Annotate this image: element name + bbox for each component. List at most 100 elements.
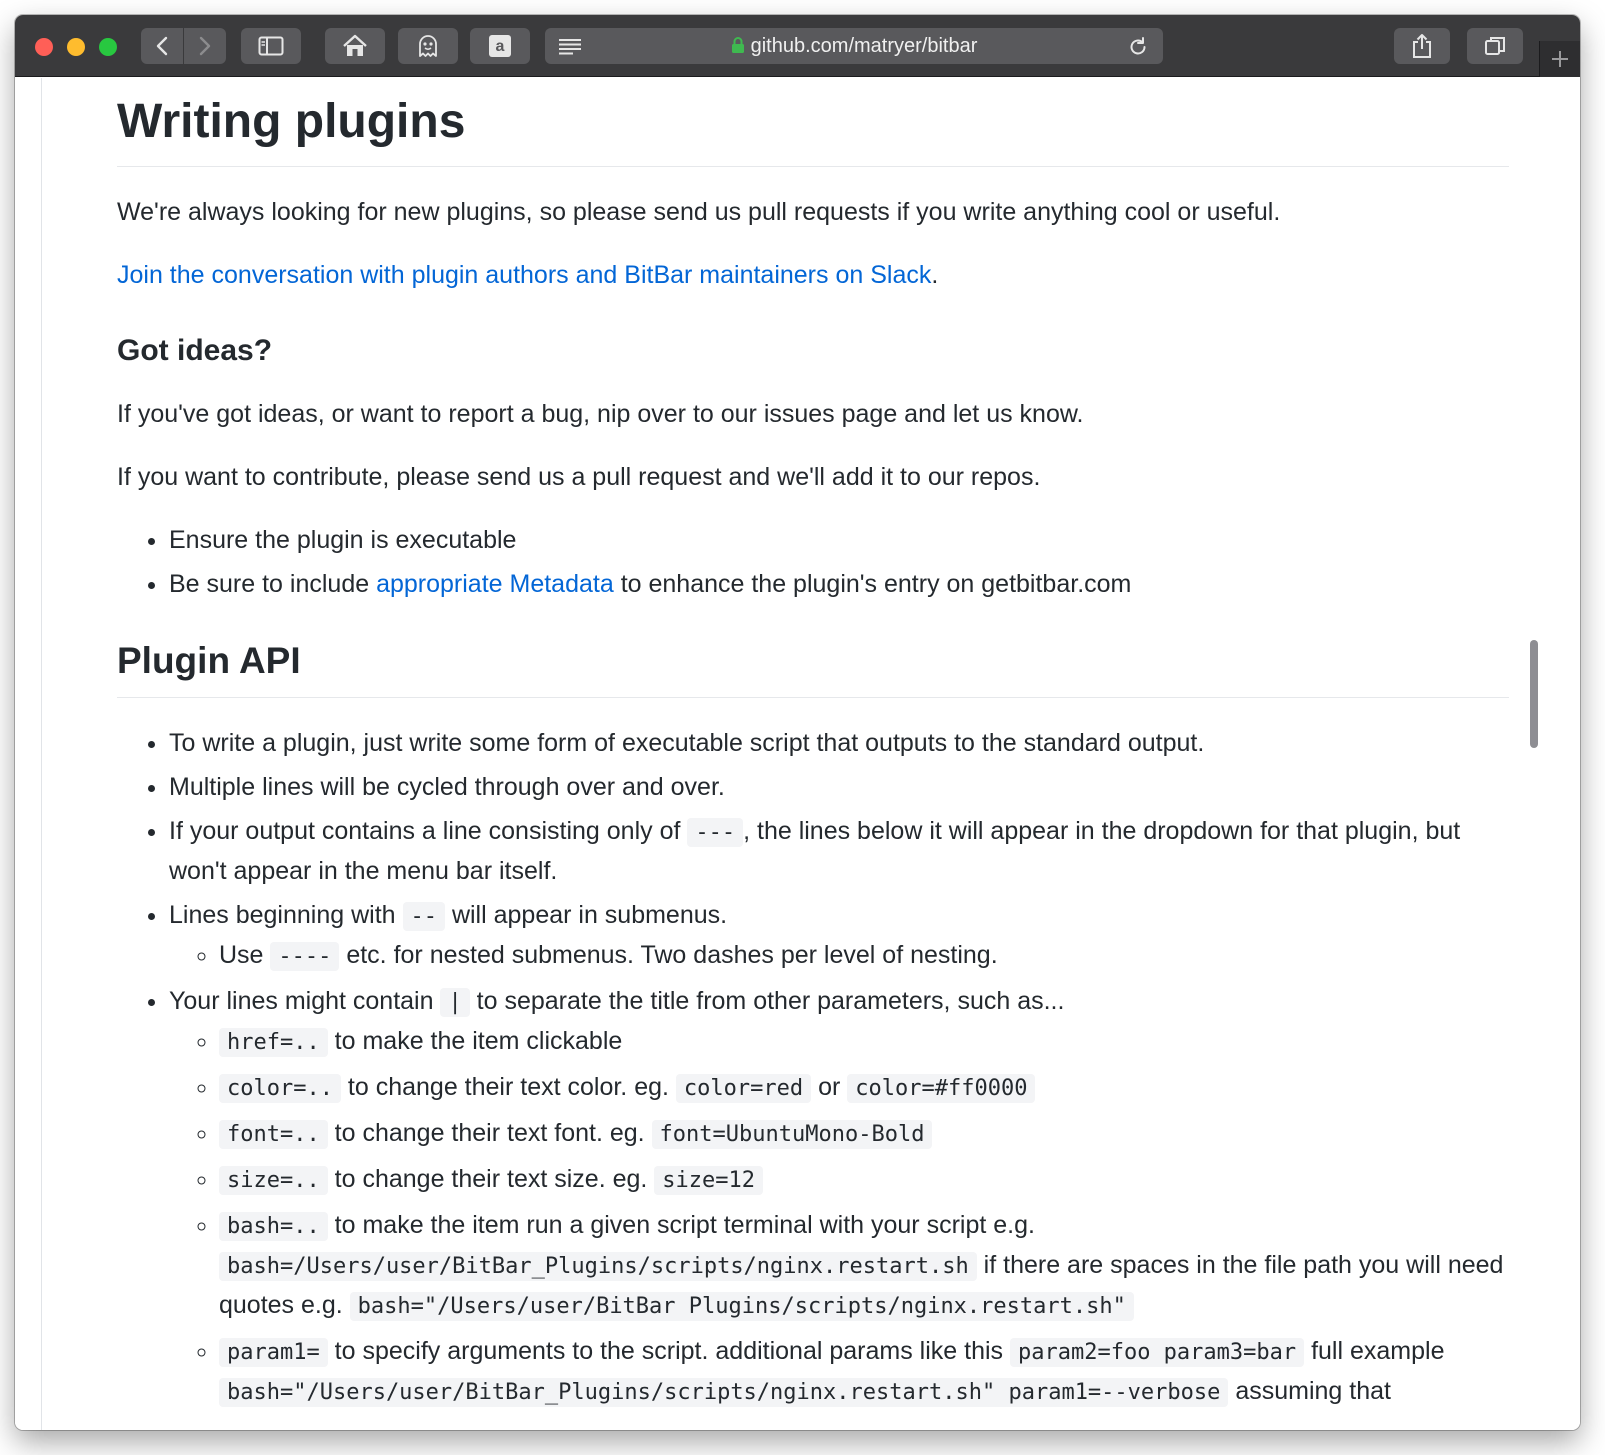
list-item: font=.. to change their text font. eg. f… [219,1114,1509,1154]
list-item: Your lines might contain | to separate t… [169,982,1509,1412]
list-item: Lines beginning with -- will appear in s… [169,896,1509,976]
inline-code: | [440,988,470,1017]
bullet-text: Be sure to include [169,570,377,598]
amazon-extension-button[interactable]: a [470,28,530,64]
got-ideas-paragraph-1: If you've got ideas, or want to report a… [117,400,1084,428]
inline-code: bash=.. [219,1212,328,1241]
share-icon [1413,34,1431,58]
api-bullet-text: Multiple lines will be cycled through ov… [169,773,725,801]
list-item: bash=.. to make the item run a given scr… [219,1206,1509,1326]
submenu-list: Use ---- etc. for nested submenus. Two d… [169,936,1509,976]
list-item: size=.. to change their text size. eg. s… [219,1160,1509,1200]
chevron-right-icon [199,36,211,56]
browser-toolbar: a github.com/matryer/bitbar [15,15,1580,77]
chevron-left-icon [156,36,168,56]
forward-button[interactable] [184,28,226,64]
api-bullet-text: Your lines might contain [169,987,441,1015]
api-bullet-text: will appear in submenus. [445,901,728,929]
vertical-scrollbar[interactable] [1530,640,1538,748]
param-text: to change their text color. eg. [340,1073,676,1101]
param-text: full example [1304,1337,1445,1365]
minimize-window-button[interactable] [67,38,85,56]
amazon-icon: a [489,35,511,57]
list-item: Ensure the plugin is executable [169,521,1509,559]
api-bullet-text: Use [219,941,271,969]
list-item: Be sure to include appropriate Metadata … [169,565,1509,603]
param-text: to make the item run a given script term… [327,1211,1035,1239]
list-item: param1= to specify arguments to the scri… [219,1332,1509,1412]
tabs-overview-icon [1485,37,1505,55]
readme-article: Writing plugins We're always looking for… [117,78,1509,1412]
page-content: Writing plugins We're always looking for… [15,78,1580,1430]
inline-code: param2=foo param3=bar [1009,1338,1305,1367]
ghost-extension-button[interactable] [398,28,458,64]
parameters-list: href=.. to make the item clickable color… [169,1022,1509,1412]
ghost-icon [419,35,437,57]
reload-icon[interactable] [1127,36,1149,58]
api-bullet-text: Lines beginning with [169,901,403,929]
plus-icon [1552,51,1568,67]
writing-plugins-heading: Writing plugins [117,78,1509,167]
got-ideas-paragraph-2: If you want to contribute, please send u… [117,463,1041,491]
param-text: to change their text font. eg. [327,1119,652,1147]
list-item: color=.. to change their text color. eg.… [219,1068,1509,1108]
inline-code: font=.. [219,1120,328,1149]
param-text: or [811,1073,848,1101]
contribute-list: Ensure the plugin is executable Be sure … [117,521,1509,603]
inline-code: size=12 [654,1166,764,1195]
inline-code: ---- [270,942,340,971]
api-bullet-text: to separate the title from other paramet… [469,987,1065,1015]
inline-code: size=.. [219,1166,328,1195]
slack-paragraph: Join the conversation with plugin author… [117,256,1509,294]
param-text: to make the item clickable [327,1027,623,1055]
inline-code: color=.. [219,1074,341,1103]
list-item: Use ---- etc. for nested submenus. Two d… [219,936,1509,976]
got-ideas-heading: Got ideas? [117,334,273,367]
back-button[interactable] [141,28,183,64]
param-text: to specify arguments to the script. addi… [327,1337,1010,1365]
api-bullet-text: To write a plugin, just write some form … [169,729,1205,757]
bullet-executable-text: Ensure the plugin is executable [169,526,517,554]
list-item: Multiple lines will be cycled through ov… [169,768,1509,806]
content-left-border [41,78,42,1430]
show-tabs-button[interactable] [1467,28,1523,64]
inline-code: href=.. [219,1028,328,1057]
slack-suffix: . [931,261,939,289]
bullet-text: to enhance the plugin's entry on getbitb… [613,570,1132,598]
inline-code: color=red [675,1074,812,1103]
param-text: assuming that [1228,1377,1391,1405]
list-item: href=.. to make the item clickable [219,1022,1509,1062]
address-bar[interactable]: github.com/matryer/bitbar [545,28,1163,64]
inline-code: color=#ff0000 [847,1074,1036,1103]
inline-code: bash=/Users/user/BitBar_Plugins/scripts/… [219,1252,977,1281]
inline-code: param1= [219,1338,328,1367]
lock-icon [731,37,744,53]
plugin-api-list: To write a plugin, just write some form … [117,724,1509,1412]
browser-window: a github.com/matryer/bitbar Writing plug… [15,15,1580,1430]
param-text: to change their text size. eg. [327,1165,655,1193]
list-item: If your output contains a line consistin… [169,812,1509,890]
slack-link[interactable]: Join the conversation with plugin author… [117,261,931,289]
inline-code: --- [687,818,744,847]
share-button[interactable] [1394,28,1450,64]
inline-code: -- [402,902,445,931]
home-button[interactable] [325,28,385,64]
maximize-window-button[interactable] [99,38,117,56]
url-field[interactable]: github.com/matryer/bitbar [545,28,1163,64]
writing-plugins-intro: We're always looking for new plugins, so… [117,198,1281,226]
new-tab-button[interactable] [1539,41,1580,77]
list-item: To write a plugin, just write some form … [169,724,1509,762]
home-icon [343,34,367,56]
inline-code: bash="/Users/user/BitBar Plugins/scripts… [349,1292,1134,1321]
svg-text:a: a [496,38,505,55]
api-bullet-text: etc. for nested submenus. Two dashes per… [339,941,998,969]
metadata-link[interactable]: appropriate Metadata [376,570,614,598]
inline-code: font=UbuntuMono-Bold [651,1120,933,1149]
close-window-button[interactable] [35,38,53,56]
sidebar-icon [258,36,284,56]
api-bullet-text: If your output contains a line consistin… [169,817,688,845]
url-text: github.com/matryer/bitbar [750,35,978,57]
inline-code: bash="/Users/user/BitBar_Plugins/scripts… [219,1378,1229,1407]
sidebar-toggle-button[interactable] [241,28,301,64]
plugin-api-heading: Plugin API [117,639,1509,698]
